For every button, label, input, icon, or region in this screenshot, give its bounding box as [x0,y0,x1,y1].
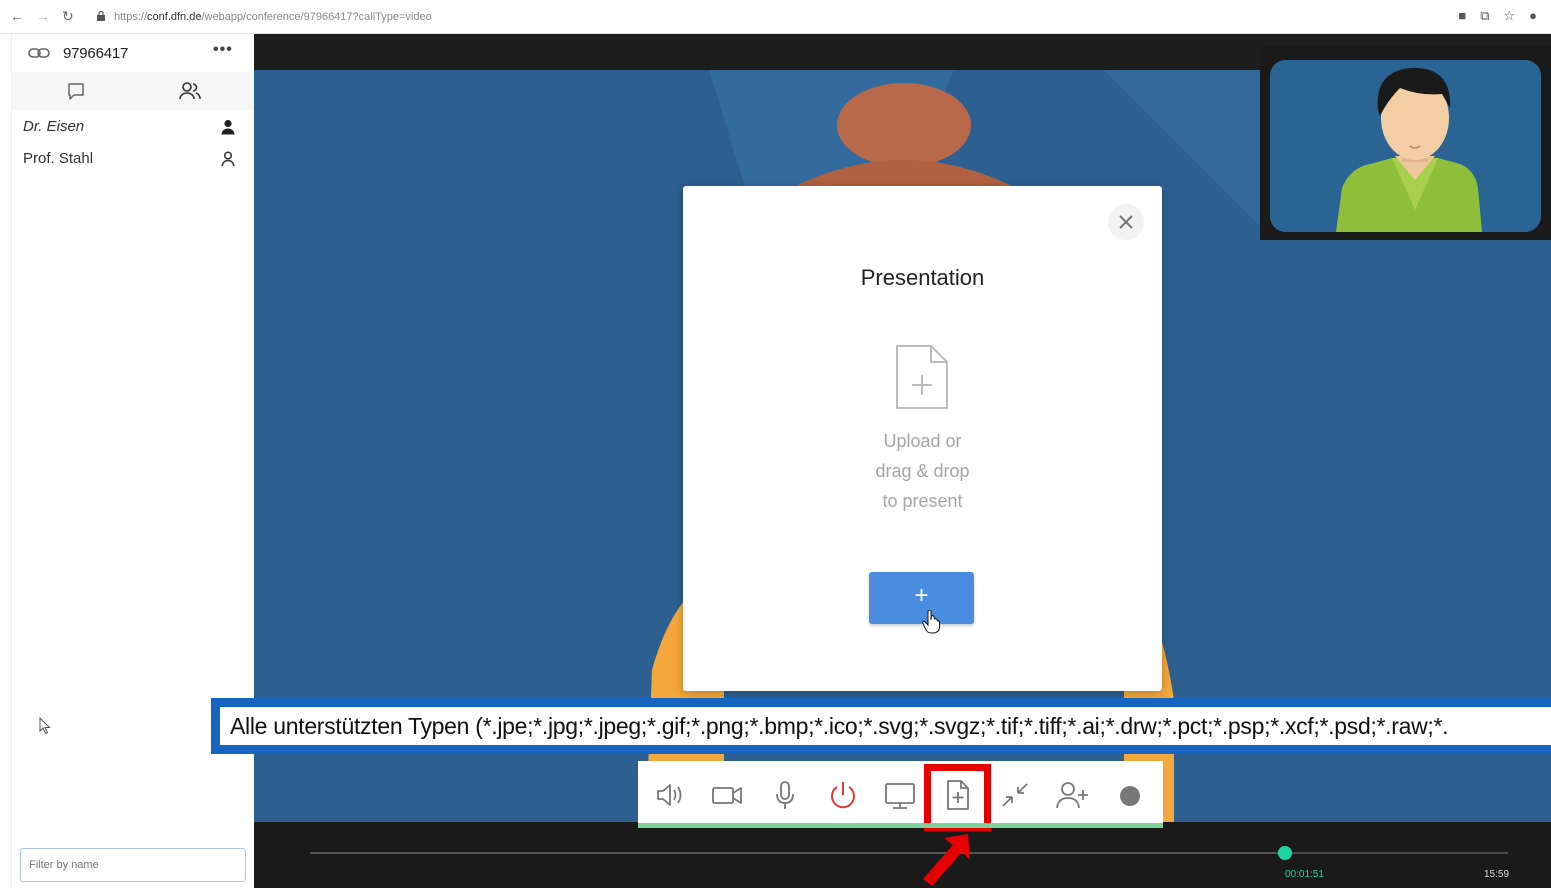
person-outline-icon [221,151,235,167]
self-view [1260,46,1551,240]
room-id: 97966417 [63,45,129,62]
progress-track[interactable] [310,852,1508,854]
screen-share-icon[interactable] [882,778,918,812]
camera-permission-icon[interactable]: ■ [1458,8,1466,24]
time-total: 15:59 [1484,869,1510,880]
file-types-text: Alle unterstützten Typen (*.jpe;*.jpg;*.… [230,713,1449,739]
dialog-title: Presentation [860,265,985,290]
lock-icon [97,11,105,21]
browser-toolbar: ← → ↻ https://conf.dfn.de/webapp/confere… [0,0,1551,34]
filter-by-name-input[interactable] [20,848,246,882]
sidebar: 97966417 ••• Dr. Eisen Prof. Stahl [11,34,255,888]
back-icon[interactable]: ← [10,8,24,24]
link-icon[interactable] [28,45,50,61]
toolbar-accent-line [638,823,1163,828]
presentation-dialog: Presentation Upload or drag & drop to pr… [683,186,1162,691]
highlight-box [924,764,991,831]
minimize-icon[interactable] [997,778,1033,812]
more-options-icon[interactable]: ••• [213,41,233,59]
player-bar [254,822,1551,888]
profile-icon[interactable]: ● [1529,8,1537,24]
self-avatar [1270,60,1541,232]
participant-row[interactable]: Dr. Eisen [12,112,255,142]
camera-icon[interactable] [709,778,745,812]
red-arrow-annotation [923,834,970,886]
address-bar[interactable]: https://conf.dfn.de/webapp/conference/97… [114,11,432,23]
chat-tab-icon[interactable] [64,80,88,102]
participants-tab-icon[interactable] [178,80,202,102]
reload-icon[interactable]: ↻ [62,8,74,25]
call-toolbar [638,761,1163,831]
progress-fill [310,852,1286,854]
plus-icon: + [914,582,929,609]
translate-icon[interactable]: ⧉ [1480,8,1489,24]
bookmark-star-icon[interactable]: ☆ [1503,8,1515,24]
upload-hint: Upload or drag & drop to present [875,431,970,511]
record-icon[interactable] [1112,778,1148,812]
forward-icon[interactable]: → [36,8,50,24]
hand-cursor-icon [922,610,940,634]
sidebar-tabs [12,72,255,110]
time-current: 00:01:51 [1285,869,1324,880]
video-stage: 00:01:51 15:59 Presentation Upload or dr… [254,34,1551,888]
microphone-icon[interactable] [767,778,803,812]
progress-knob[interactable] [1278,846,1292,860]
room-header: 97966417 ••• [12,34,255,72]
participant-name: Dr. Eisen [23,118,85,135]
file-types-tooltip: Alle unterstützten Typen (*.jpe;*.jpg;*.… [211,698,1551,754]
close-icon [1119,215,1133,229]
participant-row[interactable]: Prof. Stahl [12,144,255,174]
hangup-power-icon[interactable] [825,778,861,812]
close-button[interactable] [1108,204,1144,240]
person-filled-icon [221,119,235,135]
speaker-icon[interactable] [652,778,688,812]
mouse-cursor-icon [39,717,51,735]
file-upload-icon [896,345,948,409]
participant-name: Prof. Stahl [23,150,94,167]
add-person-icon[interactable] [1054,778,1090,812]
